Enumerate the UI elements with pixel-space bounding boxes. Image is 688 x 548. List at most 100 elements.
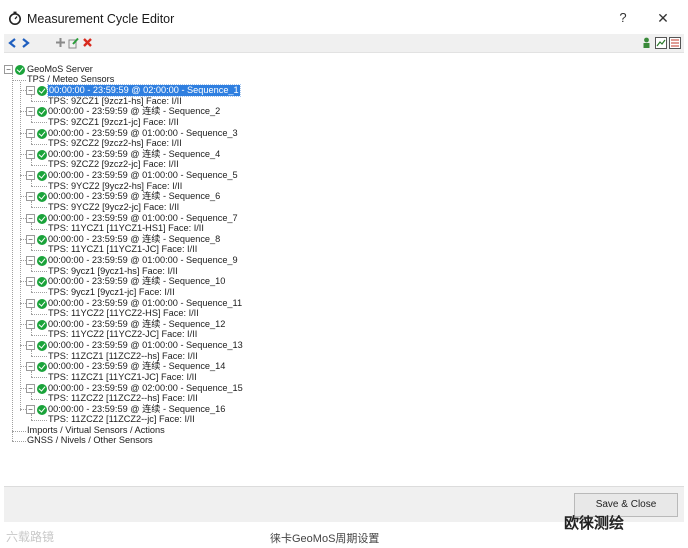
sequence-status-check-icon (37, 234, 47, 245)
watermark-right: 欧徕测绘 (564, 515, 625, 532)
tree-sequence-8[interactable]: 00:00:00 - 23:59:59 @ 连续 - Sequence_8 (48, 234, 220, 245)
tree-sequence-sensor-item[interactable]: TPS: 11ZCZ1 [11YCZ1-JC] Face: I/II (48, 372, 197, 383)
tree-sequence-10[interactable]: 00:00:00 - 23:59:59 @ 连续 - Sequence_10 (48, 276, 225, 287)
close-button[interactable]: ✕ (654, 9, 672, 27)
tree-guide-line (31, 271, 47, 272)
tree-sequence-sensor-item[interactable]: TPS: 9ZCZ1 [9zcz1-jc] Face: I/II (48, 117, 179, 128)
tree-sequence-1[interactable]: 00:00:00 - 23:59:59 @ 02:00:00 - Sequenc… (47, 84, 241, 97)
sequence-status-check-icon (37, 256, 47, 266)
tree-sequence-sensor-item[interactable]: TPS: 11ZCZ2 [11ZCZ2--hs] Face: I/II (48, 393, 198, 404)
sequence-collapse-toggle[interactable]: − (26, 171, 35, 180)
settings-icon[interactable] (668, 36, 681, 49)
tree-sequence-sensor-item[interactable]: TPS: 9ycz1 [9ycz1-hs] Face: I/II (48, 266, 178, 277)
tree-guide-line (31, 334, 47, 336)
sequence-status-check-icon (37, 319, 47, 330)
sequence-collapse-toggle[interactable]: − (26, 192, 35, 202)
root-collapse-toggle[interactable]: − (4, 65, 13, 74)
tree-sequence-sensor-item[interactable]: TPS: 9ZCZ1 [9zcz1-hs] Face: I/II (48, 96, 182, 107)
sequence-collapse-toggle[interactable]: − (26, 256, 35, 265)
add-icon[interactable] (54, 36, 67, 49)
tree-sequence-sensor-item[interactable]: TPS: 11YCZ1 [11YCZ1-HS1] Face: I/II (48, 223, 204, 234)
sequence-status-check-icon (37, 128, 47, 139)
tree-sequence-sensor-item[interactable]: TPS: 9YCZ2 [9ycz2-hs] Face: I/II (48, 181, 182, 192)
tree-guide-line (12, 431, 26, 432)
root-status-check-icon (15, 65, 25, 75)
title-bar: Measurement Cycle Editor ? ✕ (0, 0, 688, 36)
tree-sequence-sensor-item[interactable]: TPS: 11YCZ1 [11YCZ1-JC] Face: I/II (48, 244, 197, 255)
tree-guide-line (31, 313, 47, 315)
tree-sequence-sensor-item[interactable]: TPS: 11YCZ2 [11YCZ2-JC] Face: I/II (48, 329, 197, 340)
tree-sequence-sensor-item[interactable]: TPS: 11YCZ2 [11YCZ2-HS] Face: I/II (48, 308, 199, 319)
sequence-status-check-icon (37, 149, 47, 160)
tree-guide-line (31, 143, 47, 145)
window-title: Measurement Cycle Editor (27, 12, 175, 26)
tree-sequence-12[interactable]: 00:00:00 - 23:59:59 @ 连续 - Sequence_12 (48, 319, 225, 330)
tree-sequence-13[interactable]: 00:00:00 - 23:59:59 @ 01:00:00 - Sequenc… (48, 340, 243, 351)
sequence-collapse-toggle[interactable]: − (26, 86, 35, 95)
tree-sequence-9[interactable]: 00:00:00 - 23:59:59 @ 01:00:00 - Sequenc… (48, 255, 238, 266)
tree-guide-line (31, 398, 47, 400)
sequence-status-check-icon (37, 341, 47, 351)
tree-sequence-2[interactable]: 00:00:00 - 23:59:59 @ 连续 - Sequence_2 (48, 106, 220, 117)
sequence-collapse-toggle[interactable]: − (26, 128, 35, 138)
tree-sequence-16[interactable]: 00:00:00 - 23:59:59 @ 连续 - Sequence_16 (48, 404, 225, 415)
tree-sequence-3[interactable]: 00:00:00 - 23:59:59 @ 01:00:00 - Sequenc… (48, 128, 238, 139)
tree-sequence-7[interactable]: 00:00:00 - 23:59:59 @ 01:00:00 - Sequenc… (48, 213, 238, 224)
tree-guide-line (31, 419, 47, 421)
tree-guide-line (31, 356, 47, 357)
tree-sequence-sensor-item[interactable]: TPS: 9ycz1 [9ycz1-jc] Face: I/II (48, 287, 175, 298)
tree-guide-line (31, 228, 47, 230)
sequence-collapse-toggle[interactable]: − (26, 213, 35, 223)
tree-guide-line (31, 377, 47, 379)
sequence-collapse-toggle[interactable]: − (26, 341, 35, 350)
help-button[interactable]: ? (614, 9, 632, 27)
tree-sequence-15[interactable]: 00:00:00 - 23:59:59 @ 02:00:00 - Sequenc… (48, 383, 243, 394)
caption-text: 徕卡GeoMoS周期设置 (270, 533, 380, 545)
image-caption: 六载路镜 徕卡GeoMoS周期设置 欧徕测绘 (0, 515, 688, 548)
sequence-status-check-icon (37, 86, 47, 96)
sequence-collapse-toggle[interactable]: − (26, 149, 35, 159)
sequence-collapse-toggle[interactable]: − (26, 404, 35, 414)
sequence-collapse-toggle[interactable]: − (26, 277, 35, 287)
sequence-collapse-toggle[interactable]: − (26, 319, 35, 329)
sequence-collapse-toggle[interactable]: − (26, 107, 35, 117)
tree-guide-line (31, 186, 47, 187)
tree-sequence-sensor-item[interactable]: TPS: 11ZCZ1 [11ZCZ2--hs] Face: I/II (48, 351, 198, 362)
edit-icon[interactable] (67, 36, 80, 49)
sequence-status-check-icon (37, 362, 47, 373)
sequence-collapse-toggle[interactable]: − (26, 298, 35, 308)
tree-guide-line (31, 292, 47, 294)
sensor-icon[interactable] (640, 36, 653, 49)
sequence-collapse-toggle[interactable]: − (26, 362, 35, 372)
tree-sequence-4[interactable]: 00:00:00 - 23:59:59 @ 连续 - Sequence_4 (48, 149, 220, 160)
sequence-status-check-icon (37, 192, 47, 203)
measurement-cycle-editor-window: Measurement Cycle Editor ? ✕ − GeoMoS Se… (0, 0, 688, 522)
sequence-status-check-icon (37, 171, 47, 181)
stopwatch-icon (9, 11, 21, 25)
tree-sequence-sensor-item[interactable]: TPS: 11ZCZ2 [11ZCZ2--jc] Face: I/II (48, 414, 195, 425)
sequence-status-check-icon (37, 277, 47, 288)
tree-group-gnss-nivels-other[interactable]: GNSS / Nivels / Other Sensors (27, 435, 153, 446)
tree-sequence-6[interactable]: 00:00:00 - 23:59:59 @ 连续 - Sequence_6 (48, 191, 220, 202)
sequence-status-check-icon (37, 107, 47, 118)
sequence-collapse-toggle[interactable]: − (26, 234, 35, 244)
tree-guide-line (20, 82, 21, 411)
tree-sequence-sensor-item[interactable]: TPS: 9ZCZ2 [9zcz2-hs] Face: I/II (48, 138, 182, 149)
tree-sequence-5[interactable]: 00:00:00 - 23:59:59 @ 01:00:00 - Sequenc… (48, 170, 238, 181)
tree-sequence-sensor-item[interactable]: TPS: 9YCZ2 [9ycz2-jc] Face: I/II (48, 202, 179, 213)
chart-icon[interactable] (654, 36, 667, 49)
tree-guide-line (31, 207, 47, 209)
tree-sequence-sensor-item[interactable]: TPS: 9ZCZ2 [9zcz2-jc] Face: I/II (48, 159, 179, 170)
tree-guide-line (31, 122, 47, 124)
forward-arrow-icon[interactable] (19, 36, 32, 49)
tree-group-tps-meteo-sensors[interactable]: TPS / Meteo Sensors (27, 74, 114, 85)
tree-sequence-11[interactable]: 00:00:00 - 23:59:59 @ 01:00:00 - Sequenc… (48, 298, 242, 309)
sequence-collapse-toggle[interactable]: − (26, 383, 35, 393)
sequence-status-check-icon (37, 213, 47, 224)
tree-guide-line (12, 80, 26, 81)
toolbar (4, 34, 684, 53)
delete-icon[interactable] (81, 36, 94, 49)
tree-sequence-14[interactable]: 00:00:00 - 23:59:59 @ 连续 - Sequence_14 (48, 361, 225, 372)
back-arrow-icon[interactable] (6, 36, 19, 49)
tree-guide-line (12, 441, 26, 442)
